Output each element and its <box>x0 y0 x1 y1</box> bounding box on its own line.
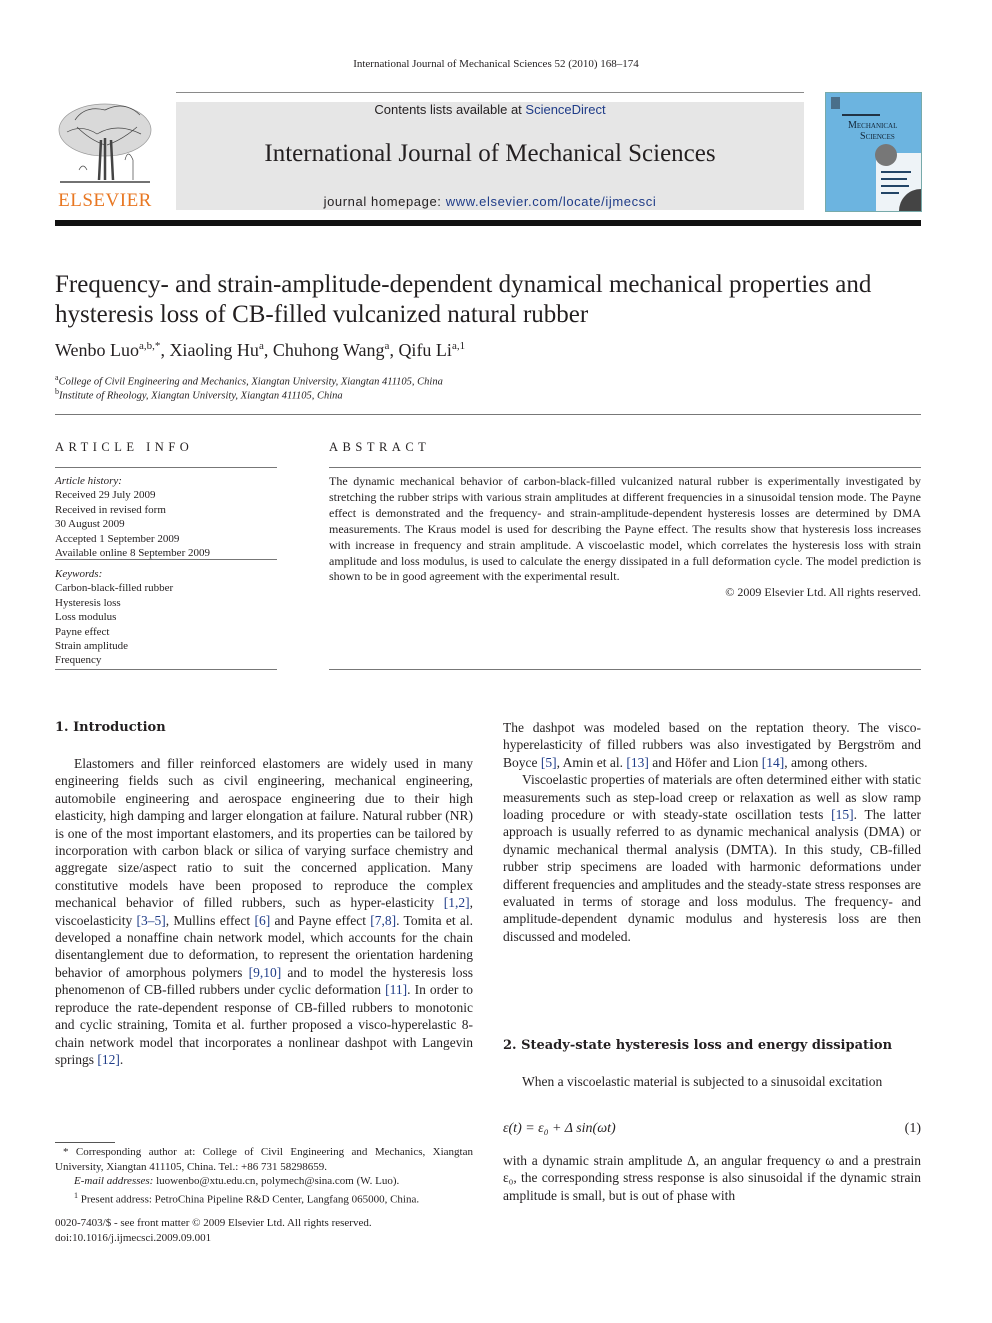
homepage-link[interactable]: www.elsevier.com/locate/ijmecsci <box>446 194 657 209</box>
citation[interactable]: [5] <box>541 755 557 770</box>
journal-cover[interactable]: MECHANICAL SCIENCES <box>825 92 943 233</box>
divider <box>329 467 921 468</box>
affiliation: bInstitute of Rheology, Xiangtan Univers… <box>55 387 343 402</box>
cover-title-1: MECHANICAL <box>848 120 897 131</box>
abstract: The dynamic mechanical behavior of carbo… <box>329 474 921 601</box>
journal-name: International Journal of Mechanical Scie… <box>264 140 716 167</box>
equation-text: ε(t) = ε₀ + Δ sin(ωt) <box>503 1121 616 1136</box>
citation[interactable]: [15] <box>831 807 854 822</box>
cover-title-2: SCIENCES <box>860 131 895 142</box>
abstract-text: The dynamic mechanical behavior of carbo… <box>329 474 921 584</box>
issn-line: 0020-7403/$ - see front matter © 2009 El… <box>55 1217 372 1229</box>
divider <box>55 669 277 670</box>
section-2-heading: 2. Steady-state hysteresis loss and ener… <box>503 1038 893 1053</box>
divider <box>55 467 277 468</box>
citation[interactable]: [3–5] <box>137 913 166 928</box>
equation-1: ε(t) = ε₀ + Δ sin(ωt) (1) <box>503 1121 921 1137</box>
header-thick-rule <box>55 220 921 226</box>
article-info-heading: ARTICLE INFO <box>55 440 194 454</box>
footnote-rule <box>55 1142 115 1143</box>
citation[interactable]: [9,10] <box>249 965 282 980</box>
section-2-paragraph-2: with a dynamic strain amplitude Δ, an an… <box>503 1153 921 1203</box>
present-address-note: 1 Present address: PetroChina Pipeline R… <box>74 1190 420 1206</box>
author[interactable]: Chuhong Wang <box>273 340 385 360</box>
front-matter: 0020-7403/$ - see front matter © 2009 El… <box>55 1216 372 1245</box>
sciencedirect-link[interactable]: ScienceDirect <box>525 102 605 117</box>
elsevier-logo[interactable]: ELSEVIER <box>55 100 155 212</box>
tree-icon <box>58 103 152 183</box>
citation[interactable]: [12] <box>97 1052 120 1067</box>
keyword: Hysteresis loss <box>55 596 121 609</box>
abstract-copyright: © 2009 Elsevier Ltd. All rights reserved… <box>725 585 921 600</box>
email-note: E-mail addresses: luowenbo@xtu.edu.cn, p… <box>74 1175 400 1188</box>
footnotes: * Corresponding author at: College of Ci… <box>55 1145 473 1207</box>
email-link[interactable]: luowenbo@xtu.edu.cn <box>156 1175 255 1187</box>
running-head: International Journal of Mechanical Scie… <box>353 58 639 70</box>
article-history: Article history: Received 29 July 2009 R… <box>55 475 210 560</box>
keyword: Strain amplitude <box>55 640 129 653</box>
contents-line: Contents lists available at ScienceDirec… <box>374 102 606 117</box>
author[interactable]: Wenbo Luo <box>55 340 139 360</box>
article-title: Frequency- and strain-amplitude-dependen… <box>55 271 872 328</box>
citation[interactable]: [13] <box>626 755 649 770</box>
publisher-name: ELSEVIER <box>58 190 152 211</box>
affiliation: aCollege of Civil Engineering and Mechan… <box>55 373 443 388</box>
citation[interactable]: [7,8] <box>370 913 396 928</box>
keyword: Payne effect <box>55 625 110 638</box>
divider <box>329 669 921 670</box>
header-rule <box>176 92 804 93</box>
keyword: Carbon-black-filled rubber <box>55 582 174 595</box>
homepage-line: journal homepage: www.elsevier.com/locat… <box>323 194 657 209</box>
divider <box>55 414 921 415</box>
keyword: Loss modulus <box>55 611 117 624</box>
citation[interactable]: [11] <box>385 982 407 997</box>
citation[interactable]: [1,2] <box>444 895 470 910</box>
citation[interactable]: [6] <box>254 913 270 928</box>
author[interactable]: Xiaoling Hu <box>169 340 259 360</box>
intro-continued: The dashpot was modeled based on the rep… <box>503 720 921 944</box>
citation[interactable]: [14] <box>762 755 785 770</box>
abstract-heading: ABSTRACT <box>329 440 431 454</box>
section-1-heading: 1. Introduction <box>55 720 166 735</box>
author-list: Wenbo Luoa,b,*, Xiaoling Hua, Chuhong Wa… <box>55 340 466 360</box>
keywords: Keywords: Carbon-black-filled rubber Hys… <box>55 567 277 668</box>
intro-paragraph: Elastomers and filler reinforced elastom… <box>55 756 474 1067</box>
cover-image-icon: MECHANICAL SCIENCES <box>826 93 943 233</box>
author[interactable]: Qifu Li <box>398 340 452 360</box>
divider <box>55 559 277 560</box>
corresponding-author-note: * Corresponding author at: College of Ci… <box>55 1146 473 1173</box>
equation-number: (1) <box>904 1121 921 1136</box>
section-2-paragraph: When a viscoelastic material is subjecte… <box>522 1074 883 1089</box>
doi-line[interactable]: doi:10.1016/j.ijmecsci.2009.09.001 <box>55 1231 372 1246</box>
journal-banner: Contents lists available at ScienceDirec… <box>176 102 804 210</box>
email-link[interactable]: polymech@sina.com <box>261 1175 354 1187</box>
keyword: Frequency <box>55 654 102 667</box>
